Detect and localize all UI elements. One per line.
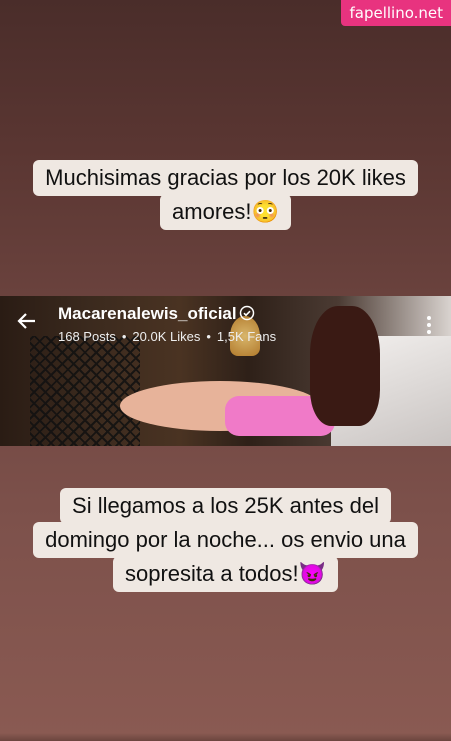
photo-decor bbox=[30, 336, 140, 446]
fans-count: 1,5K Fans bbox=[216, 329, 277, 344]
profile-name[interactable]: Macarenalewis_oficial bbox=[58, 304, 255, 324]
profile-name-text: Macarenalewis_oficial bbox=[58, 304, 237, 323]
profile-banner: Macarenalewis_oficial 168 Posts • 20.0K Li… bbox=[0, 296, 451, 446]
posts-count: 168 Posts bbox=[58, 329, 116, 344]
caption-top-line-2: amores!😳 bbox=[160, 194, 291, 230]
caption-top-line-1: Muchisimas gracias por los 20K likes bbox=[33, 160, 418, 196]
caption-bottom: Si llegamos a los 25K antes del domingo … bbox=[0, 488, 451, 592]
caption-bottom-line-3: sopresita a todos!😈 bbox=[112, 556, 339, 592]
photo-decor bbox=[310, 306, 380, 426]
likes-count: 20.0K Likes bbox=[132, 329, 201, 344]
caption-top: Muchisimas gracias por los 20K likes amo… bbox=[0, 160, 451, 230]
bottom-edge bbox=[0, 733, 451, 741]
profile-stats: 168 Posts • 20.0K Likes • 1,5K Fans bbox=[58, 329, 277, 344]
more-vertical-icon[interactable] bbox=[427, 316, 433, 336]
verified-badge-icon bbox=[239, 305, 255, 321]
watermark-badge: fapellino.net bbox=[341, 0, 451, 26]
arrow-left-icon[interactable] bbox=[16, 310, 40, 334]
caption-bottom-line-1: Si llegamos a los 25K antes del bbox=[60, 488, 391, 524]
caption-bottom-line-2: domingo por la noche... os envio una bbox=[33, 522, 418, 558]
